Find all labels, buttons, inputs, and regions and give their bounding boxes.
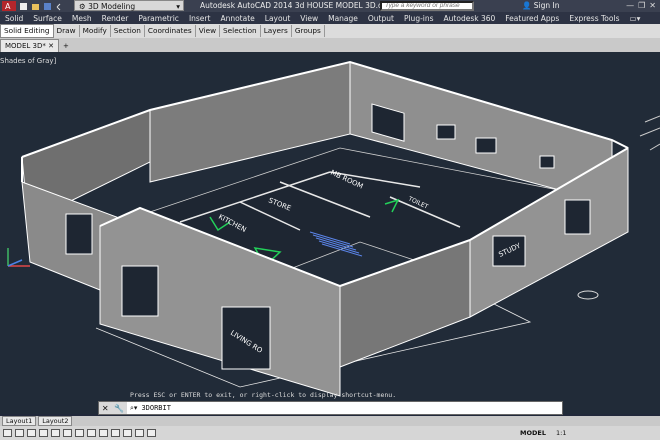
snap-icon[interactable] [3,429,12,437]
window [121,265,159,317]
tab-plug-ins[interactable]: Plug-ins [399,14,439,23]
undo-icon[interactable] [55,2,64,11]
3dosnap-icon[interactable] [63,429,72,437]
ortho-icon[interactable] [27,429,36,437]
tab-manage[interactable]: Manage [323,14,363,23]
document-tab-label: MODEL 3D* [5,42,46,50]
front-wall-side [339,239,471,368]
panel-coordinates[interactable]: Coordinates [145,25,196,37]
quick-properties-icon[interactable] [135,429,144,437]
minimize-icon[interactable]: — [626,0,634,12]
panel-selection[interactable]: Selection [220,25,261,37]
command-line[interactable]: ✕ 🔧 ⌕▾ 3DORBIT [98,401,563,415]
window [539,155,555,169]
tab-featured-apps[interactable]: Featured Apps [500,14,564,23]
tab-annotate[interactable]: Annotate [215,14,259,23]
osnap-icon[interactable] [51,429,60,437]
open-icon[interactable] [31,2,40,11]
svg-text:A: A [5,2,11,11]
panel-layers[interactable]: Layers [261,25,292,37]
tab-layout2[interactable]: Layout2 [38,416,73,426]
tab-view[interactable]: View [295,14,323,23]
close-icon[interactable]: ✕ [649,0,656,12]
search-input[interactable] [380,1,474,11]
window [436,124,456,140]
panel-draw[interactable]: Draw [54,25,80,37]
panel-groups[interactable]: Groups [292,25,325,37]
panel-solid-editing[interactable]: Solid Editing [0,24,54,38]
title-bar: A ⚙ 3D Modeling ▾ Autodesk AutoCAD 2014 … [0,0,660,12]
tab-solid[interactable]: Solid [0,14,28,23]
tab-insert[interactable]: Insert [184,14,216,23]
annotation-scale[interactable]: 1:1 [556,429,566,437]
quick-access-toolbar: A [0,1,64,11]
workspace-dropdown[interactable]: ⚙ 3D Modeling ▾ [74,0,184,11]
polar-icon[interactable] [39,429,48,437]
workspace-gear-icon: ⚙ [79,2,89,11]
ribbon-tab-bar: Solid Surface Mesh Render Parametric Ins… [0,12,660,24]
document-tab-bar: MODEL 3D* ✕ + [0,38,660,52]
sign-in-label: Sign In [533,1,560,10]
lineweight-icon[interactable] [111,429,120,437]
tab-parametric[interactable]: Parametric [133,14,184,23]
tab-mesh[interactable]: Mesh [67,14,97,23]
save-icon[interactable] [43,2,52,11]
close-command-icon[interactable]: ✕ [102,404,109,413]
ducs-icon[interactable] [87,429,96,437]
status-bar: MODEL 1:1 [0,426,660,440]
panel-modify[interactable]: Modify [80,25,111,37]
customize-icon[interactable]: 🔧 [114,404,124,413]
otrack-icon[interactable] [75,429,84,437]
panel-view[interactable]: View [196,25,221,37]
window-title: Autodesk AutoCAD 2014 3d HOUSE MODEL 3D.… [200,1,394,10]
window [475,137,497,154]
dyn-icon[interactable] [99,429,108,437]
model-space-button[interactable]: MODEL [520,429,546,437]
command-hint: Press ESC or ENTER to exit, or right-cli… [130,391,397,399]
grid-icon[interactable] [15,429,24,437]
tab-surface[interactable]: Surface [28,14,67,23]
drawing-viewport[interactable]: Shades of Gray] STORE KITCHEN MB ROOM TO… [0,52,660,414]
command-prompt-icon: ⌕▾ [130,403,138,412]
orbit-cursor-icon [577,290,599,300]
tab-layout1[interactable]: Layout1 [2,416,37,426]
window [564,199,591,235]
ucs-icon [7,248,30,267]
house-model: STORE KITCHEN MB ROOM TOILET STUDY LIVIN [7,60,660,397]
ribbon-panels: Solid Editing Draw Modify Section Coordi… [0,24,660,38]
viewcube-icon[interactable] [639,115,660,151]
layout-tabs: Layout1 Layout2 [0,416,660,426]
maximize-icon[interactable]: ❐ [638,0,645,12]
tab-document[interactable]: MODEL 3D* ✕ [0,39,59,52]
tab-express-tools[interactable]: Express Tools [564,14,624,23]
command-input[interactable]: 3DORBIT [137,404,171,412]
new-tab-icon[interactable]: + [59,40,73,52]
chevron-down-icon: ▾ [176,2,180,11]
window-controls: — ❐ ✕ [626,0,656,12]
command-line-controls: ✕ 🔧 [99,402,127,414]
app-menu-icon[interactable]: A [2,1,16,11]
tab-layout[interactable]: Layout [260,14,296,23]
workspace-label: 3D Modeling [88,2,136,11]
ribbon-options-icon[interactable]: ▭▾ [624,14,645,23]
window [65,213,93,255]
panel-section[interactable]: Section [111,25,145,37]
tab-autodesk-360[interactable]: Autodesk 360 [439,14,501,23]
transparency-icon[interactable] [123,429,132,437]
sign-in-link[interactable]: 👤 Sign In [522,0,559,12]
tab-output[interactable]: Output [363,14,399,23]
selection-cycling-icon[interactable] [147,429,156,437]
tab-render[interactable]: Render [97,14,134,23]
visual-style-label[interactable]: Shades of Gray] [0,57,56,65]
new-icon[interactable] [19,2,28,11]
close-tab-icon[interactable]: ✕ [48,42,54,50]
user-icon: 👤 [522,1,534,10]
